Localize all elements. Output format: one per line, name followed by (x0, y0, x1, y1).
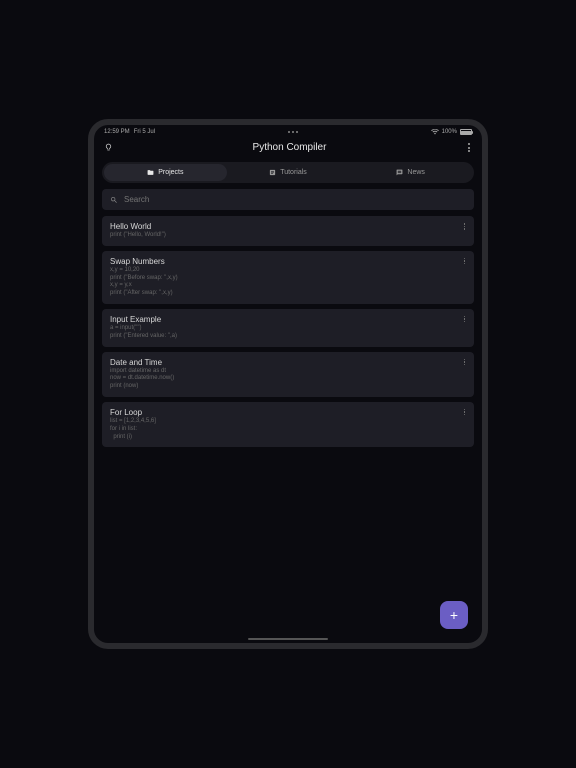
tab-projects[interactable]: Projects (104, 164, 227, 181)
project-title: Swap Numbers (110, 257, 466, 266)
news-icon (396, 169, 403, 176)
status-time: 12:59 PM (104, 129, 130, 135)
folder-icon (147, 169, 154, 176)
tab-tutorials[interactable]: Tutorials (227, 164, 350, 181)
book-icon (269, 169, 276, 176)
project-menu-button[interactable] (462, 407, 468, 418)
project-card[interactable]: Input Examplea = input("") print ("Enter… (102, 309, 474, 347)
project-card[interactable]: For Looplist = [1,2,3,4,5,6] for i in li… (102, 402, 474, 447)
app-title: Python Compiler (253, 142, 327, 153)
wifi-icon (431, 129, 439, 135)
tab-bar: Projects Tutorials News (102, 162, 474, 183)
battery-percent: 100% (442, 129, 457, 135)
project-card[interactable]: Date and Timeimport datetime as dt now =… (102, 352, 474, 397)
tab-news-label: News (407, 169, 425, 176)
tablet-frame: 12:59 PM Fri 5 Jul 100% Python Compiler … (88, 119, 488, 649)
search-bar[interactable] (102, 189, 474, 210)
app-header: Python Compiler (94, 137, 482, 162)
header-menu-button[interactable] (466, 141, 472, 154)
battery-icon (460, 129, 472, 135)
search-icon (110, 196, 118, 204)
project-code-preview: a = input("") print ("Entered value: ",a… (110, 325, 466, 341)
tab-tutorials-label: Tutorials (280, 169, 307, 176)
status-date: Fri 5 Jul (134, 129, 155, 135)
project-menu-button[interactable] (462, 314, 468, 325)
tab-news[interactable]: News (349, 164, 472, 181)
project-code-preview: x,y = 10,20 print ("Before swap: ",x,y) … (110, 267, 466, 298)
project-title: Input Example (110, 315, 466, 324)
search-input[interactable] (124, 195, 466, 204)
project-code-preview: print ("Hello, World!") (110, 232, 466, 240)
tab-projects-label: Projects (158, 169, 183, 176)
plus-icon: + (450, 607, 458, 623)
project-menu-button[interactable] (462, 256, 468, 267)
project-title: For Loop (110, 408, 466, 417)
project-menu-button[interactable] (462, 221, 468, 232)
add-project-button[interactable]: + (440, 601, 468, 629)
project-menu-button[interactable] (462, 357, 468, 368)
project-title: Date and Time (110, 358, 466, 367)
tips-icon[interactable] (104, 143, 113, 152)
project-code-preview: import datetime as dt now = dt.datetime.… (110, 368, 466, 391)
home-indicator[interactable] (248, 638, 328, 641)
status-camera-indicator (288, 131, 298, 133)
project-title: Hello World (110, 222, 466, 231)
status-bar: 12:59 PM Fri 5 Jul 100% (94, 125, 482, 137)
project-card[interactable]: Hello Worldprint ("Hello, World!") (102, 216, 474, 246)
project-code-preview: list = [1,2,3,4,5,6] for i in list: prin… (110, 418, 466, 441)
project-card[interactable]: Swap Numbersx,y = 10,20 print ("Before s… (102, 251, 474, 304)
